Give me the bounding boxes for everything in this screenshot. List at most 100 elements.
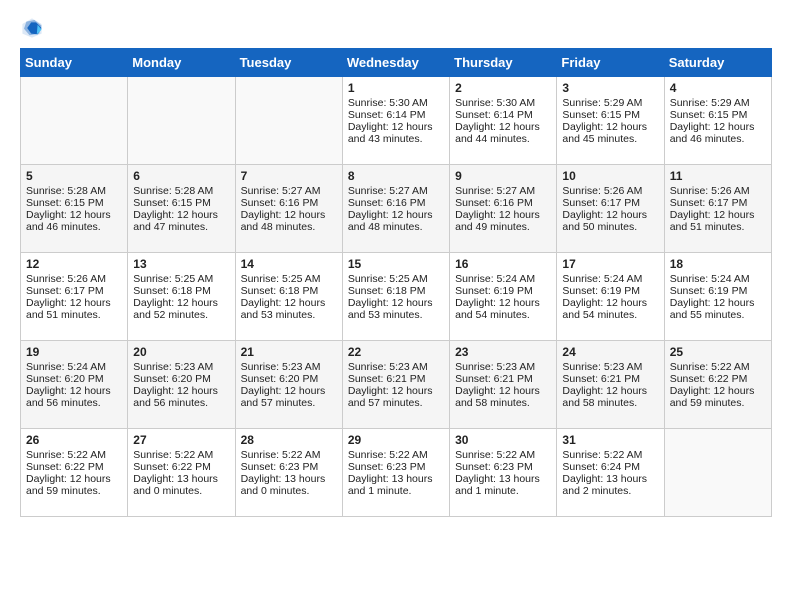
cell-content-line: Daylight: 12 hours <box>26 209 122 221</box>
cell-content-line: Daylight: 12 hours <box>455 209 551 221</box>
cell-content-line: Sunrise: 5:23 AM <box>455 361 551 373</box>
calendar-cell: 6Sunrise: 5:28 AMSunset: 6:15 PMDaylight… <box>128 165 235 253</box>
cell-content-line: and 0 minutes. <box>241 485 337 497</box>
cell-content-line: and 56 minutes. <box>26 397 122 409</box>
cell-content-line: and 1 minute. <box>455 485 551 497</box>
calendar-table: SundayMondayTuesdayWednesdayThursdayFrid… <box>20 48 772 517</box>
cell-content-line: and 56 minutes. <box>133 397 229 409</box>
day-number: 3 <box>562 81 658 95</box>
cell-content-line: and 59 minutes. <box>26 485 122 497</box>
day-number: 22 <box>348 345 444 359</box>
cell-content-line: Sunrise: 5:23 AM <box>133 361 229 373</box>
cell-content-line: Daylight: 13 hours <box>133 473 229 485</box>
cell-content-line: Sunrise: 5:23 AM <box>562 361 658 373</box>
cell-content-line: Daylight: 12 hours <box>670 209 766 221</box>
logo <box>20 16 48 40</box>
cell-content-line: and 53 minutes. <box>348 309 444 321</box>
cell-content-line: Sunset: 6:22 PM <box>26 461 122 473</box>
calendar-cell: 8Sunrise: 5:27 AMSunset: 6:16 PMDaylight… <box>342 165 449 253</box>
cell-content-line: Sunset: 6:18 PM <box>348 285 444 297</box>
cell-content-line: Daylight: 12 hours <box>241 209 337 221</box>
cell-content-line: Sunrise: 5:25 AM <box>241 273 337 285</box>
cell-content-line: Sunset: 6:19 PM <box>455 285 551 297</box>
cell-content-line: Daylight: 12 hours <box>241 385 337 397</box>
cell-content-line: Daylight: 12 hours <box>348 297 444 309</box>
day-number: 7 <box>241 169 337 183</box>
calendar-cell: 9 Sunrise: 5:27 AMSunset: 6:16 PMDaylight… <box>450 165 557 253</box>
cell-content-line: and 51 minutes. <box>26 309 122 321</box>
week-row-5: 26Sunrise: 5:22 AMSunset: 6:22 PMDayligh… <box>21 429 772 517</box>
cell-content-line: and 49 minutes. <box>455 221 551 233</box>
day-number: 20 <box>133 345 229 359</box>
day-number: 9 <box>455 169 551 183</box>
cell-content-line: Sunset: 6:19 PM <box>670 285 766 297</box>
day-number: 19 <box>26 345 122 359</box>
cell-content-line: Sunset: 6:16 PM <box>455 197 551 209</box>
day-number: 21 <box>241 345 337 359</box>
calendar-cell: 30Sunrise: 5:22 AMSunset: 6:23 PMDayligh… <box>450 429 557 517</box>
cell-content-line: and 46 minutes. <box>26 221 122 233</box>
cell-content-line: Daylight: 12 hours <box>133 209 229 221</box>
calendar-cell: 17Sunrise: 5:24 AMSunset: 6:19 PMDayligh… <box>557 253 664 341</box>
cell-content-line: Sunset: 6:15 PM <box>670 109 766 121</box>
cell-content-line: Sunrise: 5:24 AM <box>455 273 551 285</box>
cell-content-line: and 46 minutes. <box>670 133 766 145</box>
calendar-cell: 31Sunrise: 5:22 AMSunset: 6:24 PMDayligh… <box>557 429 664 517</box>
cell-content-line: Sunrise: 5:30 AM <box>455 97 551 109</box>
cell-content-line: Daylight: 13 hours <box>562 473 658 485</box>
day-number: 6 <box>133 169 229 183</box>
cell-content-line: and 50 minutes. <box>562 221 658 233</box>
cell-content-line: Sunrise: 5:22 AM <box>670 361 766 373</box>
cell-content-line: Sunset: 6:20 PM <box>133 373 229 385</box>
cell-content-line: Daylight: 13 hours <box>241 473 337 485</box>
calendar-cell <box>664 429 771 517</box>
cell-content-line: Sunset: 6:14 PM <box>348 109 444 121</box>
cell-content-line: and 44 minutes. <box>455 133 551 145</box>
cell-content-line: Daylight: 12 hours <box>26 297 122 309</box>
cell-content-line: Daylight: 12 hours <box>562 209 658 221</box>
calendar-cell: 3Sunrise: 5:29 AMSunset: 6:15 PMDaylight… <box>557 77 664 165</box>
cell-content-line: Sunrise: 5:24 AM <box>26 361 122 373</box>
cell-content-line: and 51 minutes. <box>670 221 766 233</box>
cell-content-line: Sunrise: 5:27 AM <box>455 185 551 197</box>
cell-content-line: Daylight: 12 hours <box>562 121 658 133</box>
calendar-cell: 16Sunrise: 5:24 AMSunset: 6:19 PMDayligh… <box>450 253 557 341</box>
day-number: 23 <box>455 345 551 359</box>
calendar-cell <box>128 77 235 165</box>
cell-content-line: Sunset: 6:18 PM <box>133 285 229 297</box>
day-header-thursday: Thursday <box>450 49 557 77</box>
cell-content-line: Daylight: 12 hours <box>348 209 444 221</box>
calendar-cell: 4Sunrise: 5:29 AMSunset: 6:15 PMDaylight… <box>664 77 771 165</box>
cell-content-line: Sunrise: 5:23 AM <box>241 361 337 373</box>
cell-content-line: and 43 minutes. <box>348 133 444 145</box>
calendar-cell: 1Sunrise: 5:30 AMSunset: 6:14 PMDaylight… <box>342 77 449 165</box>
day-number: 1 <box>348 81 444 95</box>
calendar-cell: 21Sunrise: 5:23 AMSunset: 6:20 PMDayligh… <box>235 341 342 429</box>
cell-content-line: Sunset: 6:23 PM <box>241 461 337 473</box>
cell-content-line: Sunrise: 5:28 AM <box>26 185 122 197</box>
day-number: 14 <box>241 257 337 271</box>
cell-content-line: Daylight: 12 hours <box>670 385 766 397</box>
calendar-cell: 22Sunrise: 5:23 AMSunset: 6:21 PMDayligh… <box>342 341 449 429</box>
cell-content-line: Sunset: 6:15 PM <box>133 197 229 209</box>
cell-content-line: Daylight: 12 hours <box>26 473 122 485</box>
cell-content-line: and 1 minute. <box>348 485 444 497</box>
cell-content-line: Sunrise: 5:22 AM <box>562 449 658 461</box>
cell-content-line: Sunset: 6:17 PM <box>26 285 122 297</box>
cell-content-line: Sunset: 6:17 PM <box>562 197 658 209</box>
calendar-cell: 20Sunrise: 5:23 AMSunset: 6:20 PMDayligh… <box>128 341 235 429</box>
cell-content-line: and 2 minutes. <box>562 485 658 497</box>
cell-content-line: Sunrise: 5:27 AM <box>348 185 444 197</box>
cell-content-line: Sunrise: 5:26 AM <box>670 185 766 197</box>
day-number: 28 <box>241 433 337 447</box>
cell-content-line: Daylight: 12 hours <box>133 297 229 309</box>
cell-content-line: Daylight: 12 hours <box>241 297 337 309</box>
day-header-tuesday: Tuesday <box>235 49 342 77</box>
cell-content-line: Sunset: 6:23 PM <box>348 461 444 473</box>
cell-content-line: Sunset: 6:21 PM <box>455 373 551 385</box>
cell-content-line: Daylight: 13 hours <box>455 473 551 485</box>
cell-content-line: Sunrise: 5:22 AM <box>26 449 122 461</box>
calendar-cell: 7Sunrise: 5:27 AMSunset: 6:16 PMDaylight… <box>235 165 342 253</box>
cell-content-line: and 53 minutes. <box>241 309 337 321</box>
cell-content-line: and 58 minutes. <box>455 397 551 409</box>
